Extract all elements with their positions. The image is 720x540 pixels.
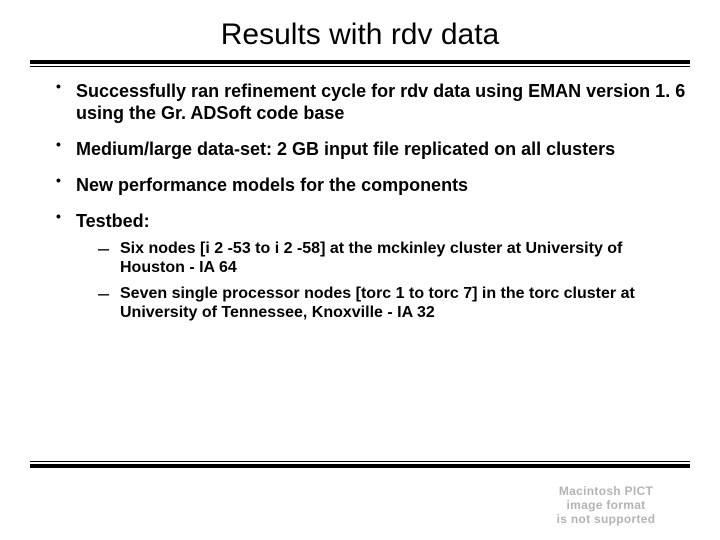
bullet-item: New performance models for the component… xyxy=(56,175,690,197)
bullet-text: Testbed: xyxy=(76,211,150,231)
pict-line: Macintosh PICT xyxy=(536,484,676,498)
pict-placeholder: Macintosh PICT image format is not suppo… xyxy=(536,484,676,526)
footer-rule-thick xyxy=(30,464,690,468)
title-rule-thick xyxy=(30,60,690,64)
bullet-item: Testbed: Six nodes [i 2 -53 to i 2 -58] … xyxy=(56,211,690,323)
footer-rules xyxy=(30,461,690,468)
slide-title: Results with rdv data xyxy=(30,18,690,52)
bullet-item: Successfully ran refinement cycle for rd… xyxy=(56,81,690,125)
title-rule-thin xyxy=(30,66,690,67)
pict-line: image format xyxy=(536,498,676,512)
slide: Results with rdv data Successfully ran r… xyxy=(0,0,720,540)
footer-rule-thin xyxy=(30,461,690,462)
bullet-list: Successfully ran refinement cycle for rd… xyxy=(30,81,690,323)
pict-line: is not supported xyxy=(536,512,676,526)
sub-bullet-item: Six nodes [i 2 -53 to i 2 -58] at the mc… xyxy=(98,239,690,278)
bullet-item: Medium/large data-set: 2 GB input file r… xyxy=(56,139,690,161)
sub-bullet-list: Six nodes [i 2 -53 to i 2 -58] at the mc… xyxy=(76,239,690,323)
sub-bullet-item: Seven single processor nodes [torc 1 to … xyxy=(98,284,690,323)
